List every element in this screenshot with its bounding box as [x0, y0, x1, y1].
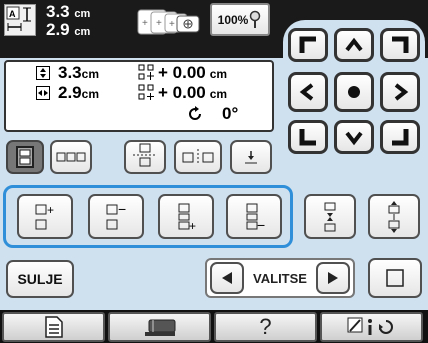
- corner-down-right-icon: [392, 129, 409, 146]
- move-up-button[interactable]: [334, 28, 374, 62]
- info-offset-y-value: + 0.00: [158, 83, 206, 102]
- layout-mirror-button[interactable]: [174, 140, 222, 174]
- vertical-spacing-down-button[interactable]: [304, 194, 356, 239]
- width-arrow-icon: [36, 66, 50, 80]
- vertical-offset-icon: [138, 64, 154, 80]
- layout-single-icon: [16, 146, 34, 168]
- spacing-expand-icon: [388, 200, 400, 233]
- corner-down-left-icon: [299, 129, 316, 146]
- help-button[interactable]: ?: [214, 312, 317, 342]
- corner-up-right-icon: [392, 36, 409, 53]
- screen: A 3.3 cm 2.9 cm + + + 100% 3.3cm 2.9cm +…: [0, 0, 428, 343]
- move-up-left-button[interactable]: [288, 28, 328, 62]
- horizontal-offset-icon: [138, 84, 154, 100]
- move-up-right-button[interactable]: [380, 28, 420, 62]
- height-arrow-icon: [36, 86, 50, 100]
- chevron-right-icon: [394, 83, 409, 101]
- spacing-remove-vertical-button[interactable]: −: [88, 194, 144, 239]
- spacing-plus-bottom-icon: +: [178, 203, 196, 232]
- arrange-down-icon: [245, 151, 257, 164]
- settings-info-icon: [347, 317, 393, 335]
- info-width-text: 2.9cm: [58, 83, 99, 103]
- info-width-unit: cm: [81, 67, 99, 81]
- info-width-value: 3.3: [58, 63, 82, 82]
- document-icon: [44, 316, 63, 338]
- header-height: 2.9 cm: [46, 21, 90, 41]
- triangle-right-icon: [328, 272, 338, 284]
- embroidery-frame-icon: + + +: [137, 8, 203, 36]
- spacing-add-vertical-button[interactable]: +: [17, 194, 73, 239]
- chevron-down-icon: [345, 131, 363, 146]
- layout-single-button[interactable]: [6, 140, 44, 174]
- corner-up-left-icon: [299, 36, 316, 53]
- chevron-left-icon: [299, 83, 314, 101]
- svg-text:+: +: [156, 18, 162, 29]
- spacing-minus-bottom-icon: −: [246, 203, 265, 232]
- pattern-size-icon: A: [4, 4, 36, 36]
- header-height-value: 2.9: [46, 20, 70, 39]
- spacing-plus-top-icon: +: [35, 203, 54, 229]
- info-offset-x-text: + 0.00 cm: [158, 63, 227, 83]
- info-height-text: 3.3cm: [58, 63, 99, 83]
- select-next-button[interactable]: [316, 262, 350, 294]
- header-height-unit: cm: [74, 26, 91, 38]
- select-all-button[interactable]: [368, 258, 422, 298]
- layout-horizontal-icon: [56, 152, 86, 162]
- select-label: VALITSE: [253, 270, 307, 286]
- info-offset-x-value: + 0.00: [158, 63, 206, 82]
- header-width-value: 3.3: [46, 2, 70, 21]
- spacing-add-horizontal-button[interactable]: +: [158, 194, 214, 239]
- move-left-button[interactable]: [288, 72, 328, 112]
- layout-vertical-icon: [133, 143, 157, 167]
- info-offset-x-unit: cm: [209, 67, 228, 81]
- info-offset-y-unit: cm: [209, 87, 228, 101]
- svg-text:+: +: [142, 18, 148, 29]
- move-down-button[interactable]: [334, 120, 374, 154]
- svg-text:−: −: [118, 202, 126, 217]
- close-label: SULJE: [17, 271, 63, 287]
- info-offset-y-text: + 0.00 cm: [158, 83, 227, 103]
- vertical-spacing-up-button[interactable]: [368, 194, 420, 239]
- spacing-remove-horizontal-button[interactable]: −: [226, 194, 282, 239]
- header-width-unit: cm: [74, 8, 91, 20]
- svg-text:+: +: [189, 219, 196, 232]
- rotation-icon: [186, 105, 204, 123]
- layout-arrange-button[interactable]: [230, 140, 272, 174]
- document-button[interactable]: [2, 312, 105, 342]
- move-down-right-button[interactable]: [380, 120, 420, 154]
- settings-info-button[interactable]: [320, 312, 423, 342]
- svg-text:+: +: [169, 19, 175, 30]
- svg-text:A: A: [9, 9, 16, 19]
- layout-mirror-icon: [182, 149, 214, 165]
- rotation-value: 0°: [222, 104, 239, 123]
- move-down-left-button[interactable]: [288, 120, 328, 154]
- help-icon: ?: [259, 314, 272, 339]
- svg-text:−: −: [257, 217, 265, 232]
- chevron-up-icon: [345, 37, 363, 52]
- layout-horizontal-button[interactable]: [50, 140, 92, 174]
- move-right-button[interactable]: [380, 72, 420, 112]
- zoom-label: 100%: [217, 12, 249, 27]
- select-previous-button[interactable]: [210, 262, 244, 294]
- sewing-machine-icon: [144, 319, 175, 336]
- zoom-button[interactable]: 100%: [210, 3, 270, 36]
- close-button[interactable]: SULJE: [6, 260, 74, 298]
- square-outline-icon: [386, 269, 404, 287]
- info-height-unit: cm: [81, 87, 99, 101]
- svg-text:+: +: [47, 203, 54, 217]
- embroidery-unit-button[interactable]: [108, 312, 211, 342]
- magnifier-icon: [250, 10, 261, 28]
- triangle-left-icon: [222, 272, 232, 284]
- center-dot-icon: [348, 86, 360, 98]
- info-height-value: 2.9: [58, 83, 82, 102]
- center-button[interactable]: [334, 72, 374, 112]
- layout-vertical-button[interactable]: [124, 140, 166, 174]
- spacing-minus-top-icon: −: [106, 202, 126, 229]
- spacing-collapse-icon: [324, 202, 336, 231]
